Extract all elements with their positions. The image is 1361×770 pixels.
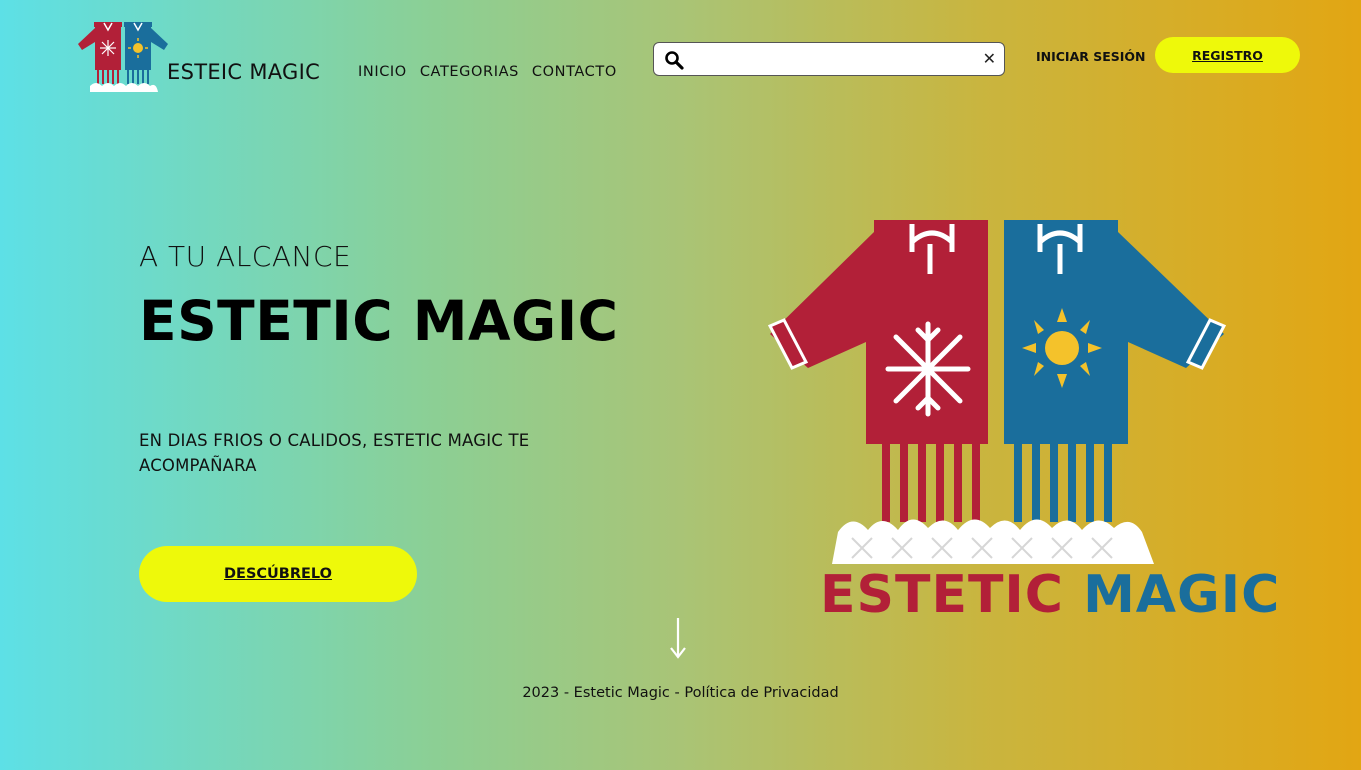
main-nav: INICIO CATEGORIAS CONTACTO xyxy=(358,64,617,80)
search-bar: ✕ xyxy=(653,42,1005,76)
arrow-down-icon[interactable] xyxy=(668,616,688,660)
footer-text[interactable]: 2023 - Estetic Magic - Política de Priva… xyxy=(522,685,838,701)
register-button[interactable]: REGISTRO xyxy=(1155,37,1300,73)
nav-item-inicio[interactable]: INICIO xyxy=(358,64,407,80)
wordmark-part-magic: MAGIC xyxy=(1083,565,1281,625)
search-icon[interactable] xyxy=(664,50,684,70)
sun-icon xyxy=(1022,308,1102,388)
hero-description: EN DIAS FRIOS O CALIDOS, ESTETIC MAGIC T… xyxy=(139,431,530,475)
snow-base xyxy=(832,519,1154,564)
search-input[interactable] xyxy=(692,47,976,73)
discover-button[interactable]: DESCÚBRELO xyxy=(139,546,417,602)
hero-title: ESTETIC MAGIC xyxy=(139,289,619,353)
close-icon[interactable]: ✕ xyxy=(983,48,996,70)
login-link[interactable]: INICIAR SESIÓN xyxy=(1036,49,1146,64)
brand-name[interactable]: ESTEIC MAGIC xyxy=(167,60,320,84)
nav-item-contacto[interactable]: CONTACTO xyxy=(532,64,617,80)
hero-wordmark: ESTETIC MAGIC xyxy=(820,565,1280,625)
hero-kicker: A TU ALCANCE xyxy=(139,240,352,273)
sweaters-illustration xyxy=(767,220,1227,564)
red-sweater xyxy=(767,220,988,522)
snowflake-icon xyxy=(885,321,971,417)
sweaters-logo-icon[interactable] xyxy=(76,20,172,96)
footer: 2023 - Estetic Magic - Política de Priva… xyxy=(0,685,1361,701)
nav-item-categorias[interactable]: CATEGORIAS xyxy=(420,64,519,80)
blue-sweater xyxy=(1004,220,1227,522)
wordmark-part-estetic: ESTETIC xyxy=(820,565,1064,625)
